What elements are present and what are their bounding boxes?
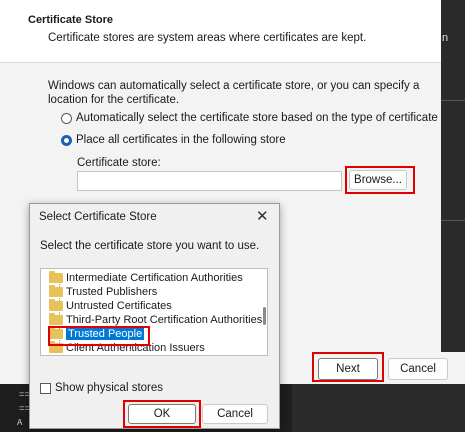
- certificate-store-field[interactable]: [77, 171, 342, 191]
- folder-icon: [49, 312, 63, 325]
- radio-auto-select[interactable]: Automatically select the certificate sto…: [61, 112, 438, 124]
- background-text-fragment: n: [442, 32, 449, 44]
- folder-icon: [49, 270, 63, 283]
- scrollbar-thumb[interactable]: [263, 307, 266, 325]
- tree-item-intermediate-ca[interactable]: Intermediate Certification Authorities: [49, 270, 243, 284]
- dialog-title: Select Certificate Store: [39, 211, 157, 223]
- background-divider: [441, 100, 465, 101]
- trusted-people-highlight-box: [48, 326, 150, 346]
- dialog-prompt: Select the certificate store you want to…: [40, 240, 260, 252]
- console-panel: [292, 384, 465, 432]
- close-icon[interactable]: ✕: [256, 207, 269, 225]
- radio-place-in-store[interactable]: Place all certificates in the following …: [61, 134, 286, 146]
- background-divider: [441, 220, 465, 221]
- tree-item-label: Trusted Publishers: [66, 285, 158, 298]
- show-physical-stores-checkbox[interactable]: Show physical stores: [40, 382, 163, 394]
- tree-item-untrusted-certificates[interactable]: Untrusted Certificates: [49, 298, 172, 312]
- browse-highlight-box: [345, 166, 415, 194]
- tree-item-label: Intermediate Certification Authorities: [66, 271, 243, 284]
- console-line: A: [17, 418, 23, 428]
- ok-highlight-box: [123, 400, 201, 428]
- wizard-title: Certificate Store: [28, 14, 113, 26]
- wizard-description: Windows can automatically select a certi…: [48, 80, 420, 106]
- next-highlight-box: [312, 352, 384, 382]
- wizard-cancel-button[interactable]: Cancel: [388, 358, 448, 380]
- radio-manual-indicator[interactable]: [61, 134, 72, 146]
- dialog-cancel-button[interactable]: Cancel: [202, 404, 268, 424]
- tree-scrollbar[interactable]: [263, 271, 266, 353]
- tree-item-label: Untrusted Certificates: [66, 299, 172, 312]
- tree-item-trusted-publishers[interactable]: Trusted Publishers: [49, 284, 158, 298]
- checkbox-indicator[interactable]: [40, 382, 51, 394]
- tree-item-label: Third-Party Root Certification Authoriti…: [66, 313, 263, 326]
- radio-auto-indicator[interactable]: [61, 112, 72, 124]
- radio-manual-label: Place all certificates in the following …: [76, 134, 286, 146]
- wizard-subtitle: Certificate stores are system areas wher…: [48, 32, 367, 44]
- show-physical-stores-label: Show physical stores: [55, 382, 164, 394]
- tree-item-third-party-root-ca[interactable]: Third-Party Root Certification Authoriti…: [49, 312, 263, 326]
- wizard-header: Certificate Store Certificate stores are…: [0, 0, 441, 63]
- folder-icon: [49, 284, 63, 297]
- select-certificate-store-dialog: Select Certificate Store ✕ Select the ce…: [29, 203, 280, 429]
- folder-icon: [49, 298, 63, 311]
- background-window-edge: n: [441, 0, 465, 352]
- radio-auto-label: Automatically select the certificate sto…: [76, 112, 438, 124]
- certificate-store-label: Certificate store:: [77, 157, 161, 169]
